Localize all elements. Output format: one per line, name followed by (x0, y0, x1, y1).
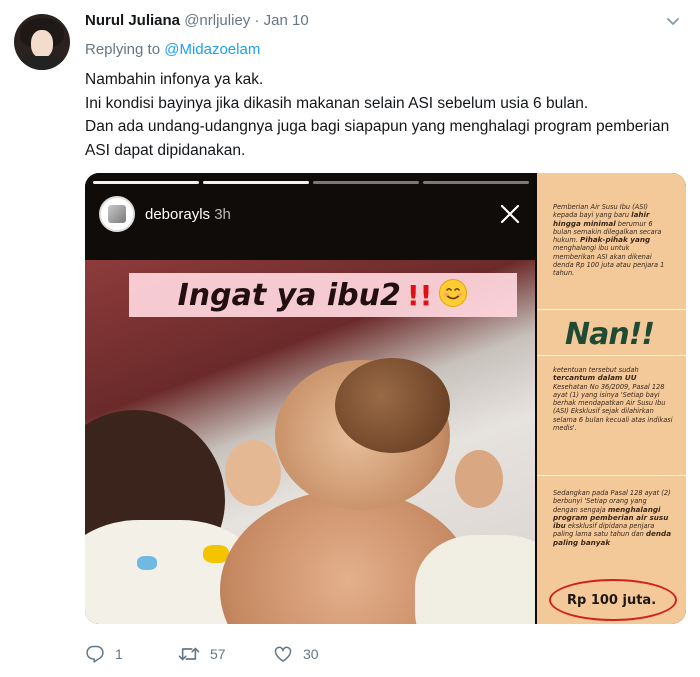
story-user: deborayls 3h (145, 206, 231, 223)
tweet-text-line: Ini kondisi bayinya jika dikasih makanan… (85, 94, 589, 112)
tweet-actions: 1 57 30 (85, 640, 319, 668)
retweet-count: 57 (210, 646, 226, 662)
story-username: deborayls (145, 206, 211, 223)
info-block-3: Sedangkan pada Pasal 128 ayat (2) berbun… (553, 489, 672, 547)
smile-emoji-icon (438, 278, 468, 313)
close-icon (500, 204, 520, 224)
reply-icon[interactable] (85, 644, 105, 664)
retweet-action[interactable]: 57 (178, 644, 273, 664)
chevron-down-icon[interactable] (665, 13, 681, 29)
info-big-text: Nan!! (565, 317, 655, 352)
tweet-header: Nurul Juliana @nrljuliey · Jan 10 (85, 12, 309, 29)
tweet-text-line: Dan ada undang-udangnya juga bagi siapap… (85, 118, 670, 159)
tweet-media-image[interactable]: deborayls 3h Ingat ya ibu2 !! Pemberian … (85, 173, 686, 624)
story-time: 3h (214, 206, 231, 223)
like-count: 30 (303, 646, 319, 662)
header-separator: · (254, 12, 260, 29)
tweet-text: Nambahin infonya ya kak. Ini kondisi bay… (85, 68, 685, 162)
info-block-1: Pemberian Air Susu Ibu (ASI) kepada bayi… (553, 203, 665, 278)
author-name[interactable]: Nurul Juliana (85, 12, 180, 29)
reply-action[interactable]: 1 (85, 644, 178, 664)
story-headline-marks: !! (406, 278, 433, 312)
like-action[interactable]: 30 (273, 644, 319, 664)
info-graphic-panel: Pemberian Air Susu Ibu (ASI) kepada bayi… (537, 173, 686, 624)
story-headline-text: Ingat ya ibu2 (177, 277, 401, 313)
story-avatar (99, 196, 135, 232)
replying-to: Replying to @Midazoelam (85, 41, 260, 58)
replying-to-handle[interactable]: @Midazoelam (164, 41, 260, 58)
info-block-2: ketentuan tersebut sudah tercantum dalam… (553, 366, 673, 433)
info-price: Rp 100 juta. (567, 593, 657, 608)
author-avatar[interactable] (14, 14, 70, 70)
tweet-date[interactable]: Jan 10 (264, 12, 309, 29)
story-progress-bars (93, 181, 529, 184)
story-headline: Ingat ya ibu2 !! (129, 273, 517, 317)
tweet-text-line: Nambahin infonya ya kak. (85, 71, 264, 88)
retweet-icon[interactable] (178, 644, 200, 664)
author-handle[interactable]: @nrljuliey (184, 12, 250, 29)
heart-icon[interactable] (273, 644, 293, 664)
story-screenshot: deborayls 3h Ingat ya ibu2 !! (85, 173, 535, 624)
replying-prefix: Replying to (85, 41, 161, 58)
reply-count: 1 (115, 646, 123, 662)
